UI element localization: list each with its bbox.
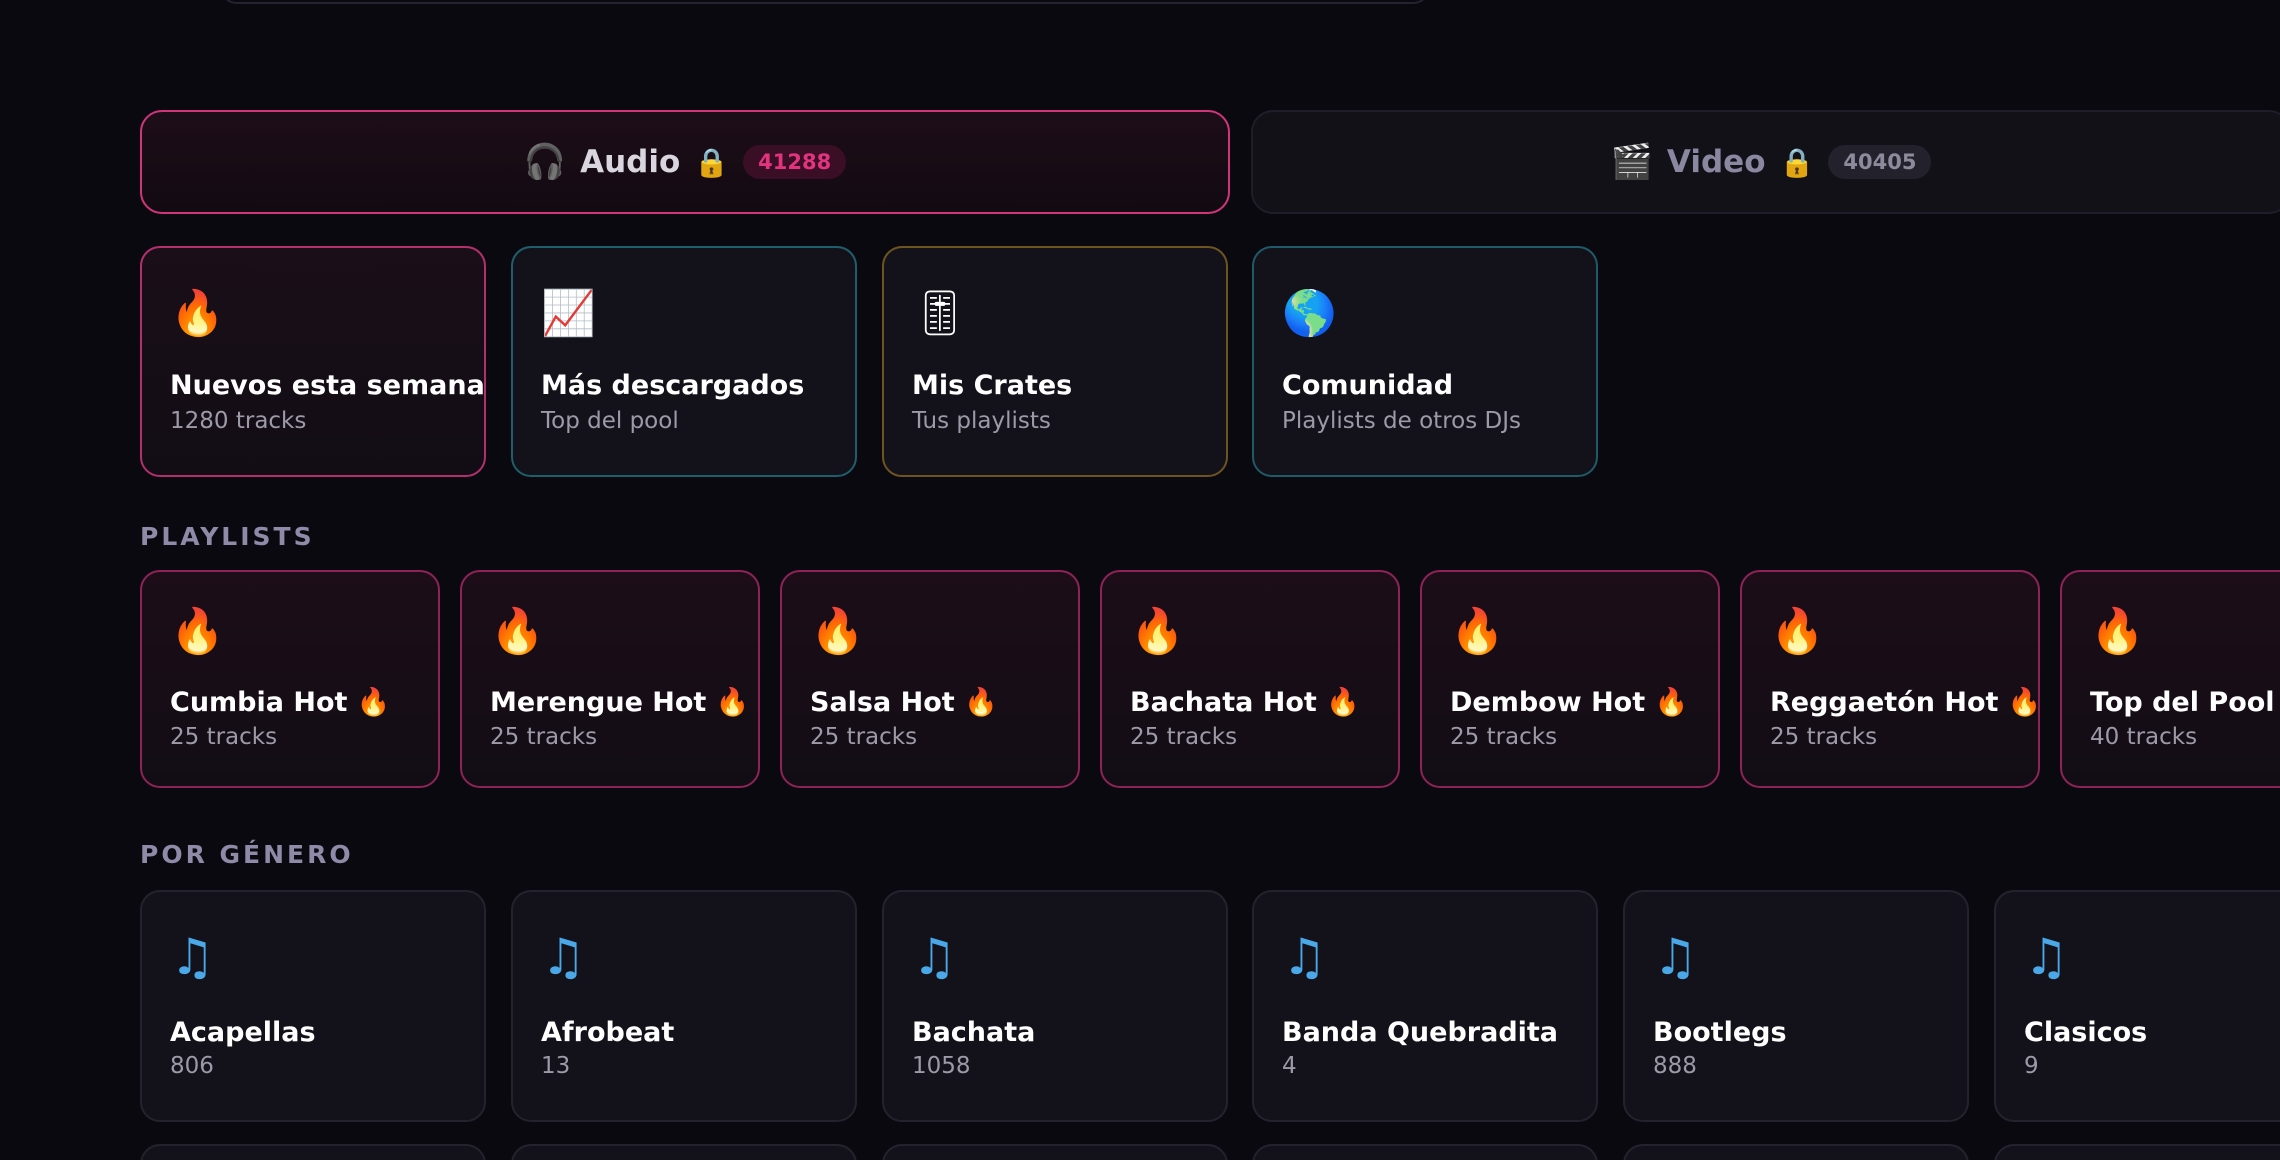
- tab-audio[interactable]: 🎧 Audio 🔒 41288: [140, 110, 1230, 214]
- genre-title: Bootlegs: [1653, 1017, 1787, 1048]
- quick-card-subtitle: Tus playlists: [912, 408, 1051, 434]
- genre-count: 1058: [912, 1053, 971, 1079]
- tab-video[interactable]: 🎬 Video 🔒 40405: [1251, 110, 2280, 214]
- genre-count: 806: [170, 1053, 214, 1079]
- music-note-icon: ♫: [1653, 928, 1698, 986]
- genre-card[interactable]: ♫ Bootlegs 888: [1623, 890, 1969, 1122]
- playlist-title: Dembow Hot 🔥: [1450, 687, 1689, 718]
- playlist-track-count: 25 tracks: [170, 724, 278, 750]
- genre-count: 888: [1653, 1053, 1697, 1079]
- genre-card[interactable]: ♫ Banda Quebradita 4: [1252, 890, 1598, 1122]
- genre-title: Clasicos: [2024, 1017, 2148, 1048]
- playlists-heading: PLAYLISTS: [140, 522, 315, 551]
- genre-card[interactable]: [1994, 1144, 2280, 1160]
- playlist-title: Merengue Hot 🔥: [490, 687, 750, 718]
- playlist-track-count: 25 tracks: [1130, 724, 1238, 750]
- quick-card-mas-descargados[interactable]: 📈 Más descargados Top del pool: [511, 246, 857, 477]
- genre-row-clip: [0, 1144, 2280, 1160]
- quick-card-title: Mis Crates: [912, 370, 1073, 401]
- genre-card[interactable]: [1623, 1144, 1969, 1160]
- quick-card-title: Comunidad: [1282, 370, 1454, 401]
- audio-count-badge: 41288: [743, 145, 847, 179]
- quick-card-subtitle: 1280 tracks: [170, 408, 307, 434]
- fire-icon: 🔥: [810, 606, 865, 657]
- quick-card-mis-crates[interactable]: 🎚 Mis Crates Tus playlists: [882, 246, 1228, 477]
- genre-card[interactable]: ♫ Acapellas 806: [140, 890, 486, 1122]
- quick-card-comunidad[interactable]: 🌎 Comunidad Playlists de otros DJs: [1252, 246, 1598, 477]
- fire-icon: 🔥: [1450, 606, 1505, 657]
- genre-count: 4: [1282, 1053, 1297, 1079]
- genre-card[interactable]: [511, 1144, 857, 1160]
- fire-icon: 🔥: [170, 288, 225, 339]
- chart-up-icon: 📈: [541, 288, 596, 339]
- globe-icon: 🌎: [1282, 288, 1337, 339]
- genre-card[interactable]: [882, 1144, 1228, 1160]
- fire-icon: 🔥: [170, 606, 225, 657]
- playlist-card[interactable]: 🔥 Top del Pool 📈 40 tracks: [2060, 570, 2280, 788]
- genre-card[interactable]: [1252, 1144, 1598, 1160]
- playlist-card[interactable]: 🔥 Reggaetón Hot 🔥 25 tracks: [1740, 570, 2042, 788]
- lock-icon: 🔒: [1779, 145, 1815, 179]
- playlist-title: Bachata Hot 🔥: [1130, 687, 1360, 718]
- music-note-icon: ♫: [541, 928, 586, 986]
- playlist-card[interactable]: 🔥 Salsa Hot 🔥 25 tracks: [780, 570, 1080, 788]
- playlist-card[interactable]: 🔥 Merengue Hot 🔥 25 tracks: [460, 570, 760, 788]
- music-note-icon: ♫: [1282, 928, 1327, 986]
- video-count-badge: 40405: [1828, 145, 1932, 179]
- fire-icon: 🔥: [1130, 606, 1185, 657]
- fire-icon: 🔥: [490, 606, 545, 657]
- playlist-card[interactable]: 🔥 Bachata Hot 🔥 25 tracks: [1100, 570, 1400, 788]
- playlist-track-count: 25 tracks: [1770, 724, 1878, 750]
- quick-card-subtitle: Playlists de otros DJs: [1282, 408, 1521, 434]
- search-bar[interactable]: [220, 0, 1430, 4]
- quick-card-title: Más descargados: [541, 370, 805, 401]
- playlist-title: Reggaetón Hot 🔥: [1770, 687, 2042, 718]
- genre-card[interactable]: ♫ Afrobeat 13: [511, 890, 857, 1122]
- clapperboard-icon: 🎬: [1610, 142, 1653, 182]
- genre-card[interactable]: [140, 1144, 486, 1160]
- music-note-icon: ♫: [2024, 928, 2069, 986]
- genres-heading: POR GÉNERO: [140, 840, 354, 869]
- music-note-icon: ♫: [170, 928, 215, 986]
- playlist-card[interactable]: 🔥 Dembow Hot 🔥 25 tracks: [1420, 570, 1720, 788]
- fire-icon: 🔥: [1770, 606, 1825, 657]
- genre-card[interactable]: ♫ Clasicos 9: [1994, 890, 2280, 1122]
- fire-icon: 🔥: [2090, 606, 2145, 657]
- genre-title: Bachata: [912, 1017, 1036, 1048]
- genre-title: Afrobeat: [541, 1017, 675, 1048]
- playlist-track-count: 25 tracks: [810, 724, 918, 750]
- tab-video-label: Video: [1666, 144, 1766, 180]
- genre-title: Banda Quebradita: [1282, 1017, 1559, 1048]
- genre-title: Acapellas: [170, 1017, 316, 1048]
- playlist-title: Salsa Hot 🔥: [810, 687, 998, 718]
- genre-count: 13: [541, 1053, 571, 1079]
- playlist-title: Cumbia Hot 🔥: [170, 687, 391, 718]
- genre-card[interactable]: ♫ Bachata 1058: [882, 890, 1228, 1122]
- playlist-track-count: 25 tracks: [490, 724, 598, 750]
- music-note-icon: ♫: [912, 928, 957, 986]
- quick-card-nuevos[interactable]: 🔥 Nuevos esta semana 1280 tracks: [140, 246, 486, 477]
- playlist-track-count: 25 tracks: [1450, 724, 1558, 750]
- playlist-track-count: 40 tracks: [2090, 724, 2198, 750]
- quick-card-title: Nuevos esta semana: [170, 370, 485, 401]
- lock-icon: 🔒: [694, 145, 730, 179]
- headphones-icon: 🎧: [523, 142, 567, 182]
- tab-audio-label: Audio: [580, 144, 681, 180]
- genre-count: 9: [2024, 1053, 2039, 1079]
- playlist-title: Top del Pool 📈: [2090, 687, 2280, 718]
- quick-card-subtitle: Top del pool: [541, 408, 679, 434]
- mixer-slider-icon: 🎚: [912, 288, 968, 339]
- playlist-card[interactable]: 🔥 Cumbia Hot 🔥 25 tracks: [140, 570, 440, 788]
